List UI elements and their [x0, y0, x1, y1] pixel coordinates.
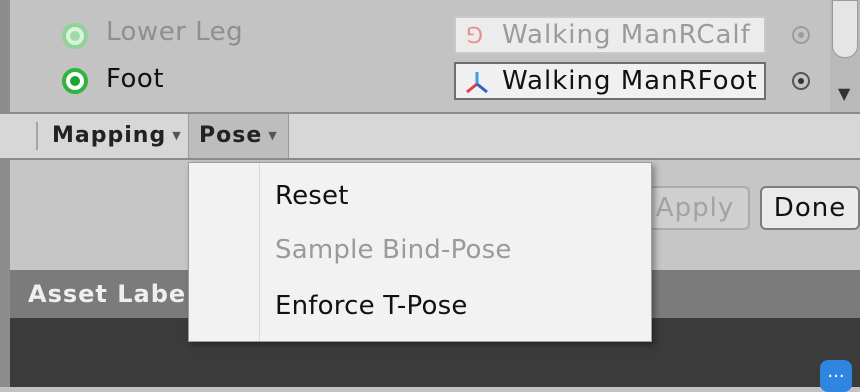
bone-label: Foot: [106, 64, 165, 94]
mapping-label: Mapping: [52, 123, 167, 148]
bone-object-name: Walking ManRCalf: [502, 20, 751, 50]
scroll-down-arrow-icon[interactable]: ▼: [838, 84, 850, 103]
bone-object-field[interactable]: ⅁ Walking ManRCalf: [454, 16, 766, 54]
bone-row-foot: Foot Walking ManRFoot: [62, 62, 822, 102]
more-options-button[interactable]: ...: [820, 360, 852, 392]
bone-object-field[interactable]: Walking ManRFoot: [454, 62, 766, 100]
asset-labels-title: Asset Labe: [28, 280, 187, 308]
scrollbar-thumb[interactable]: [832, 0, 858, 58]
apply-button[interactable]: Apply: [640, 186, 750, 230]
object-picker-icon[interactable]: [792, 72, 810, 90]
menu-item-reset[interactable]: Reset: [275, 181, 349, 211]
pose-label: Pose: [199, 123, 263, 148]
transform-icon: ⅁: [466, 24, 485, 49]
menu-icon-gutter: [189, 163, 260, 341]
window-left-border: [0, 0, 10, 387]
avatar-toolbar: Mapping ▼ Pose ▼: [0, 112, 860, 160]
toolbar-divider: [36, 122, 38, 150]
pose-dropdown-menu: Reset Sample Bind-Pose Enforce T-Pose: [188, 162, 652, 342]
bone-row-lower-leg: Lower Leg ⅁ Walking ManRCalf: [62, 16, 822, 56]
object-picker-icon[interactable]: [792, 26, 810, 44]
menu-item-enforce-t-pose[interactable]: Enforce T-Pose: [275, 291, 468, 321]
dropdown-arrow-icon: ▼: [172, 129, 182, 142]
bone-status-radio-icon[interactable]: [62, 68, 88, 94]
mapping-dropdown-button[interactable]: Mapping ▼: [42, 114, 192, 158]
transform-icon: [466, 72, 488, 94]
bone-status-radio-icon[interactable]: [62, 23, 88, 49]
done-button[interactable]: Done: [760, 186, 860, 230]
bone-object-name: Walking ManRFoot: [502, 66, 758, 96]
dropdown-arrow-icon: ▼: [268, 129, 278, 142]
bone-label: Lower Leg: [106, 17, 244, 47]
pose-dropdown-button[interactable]: Pose ▼: [188, 114, 289, 158]
menu-item-sample-bind-pose: Sample Bind-Pose: [275, 235, 512, 265]
